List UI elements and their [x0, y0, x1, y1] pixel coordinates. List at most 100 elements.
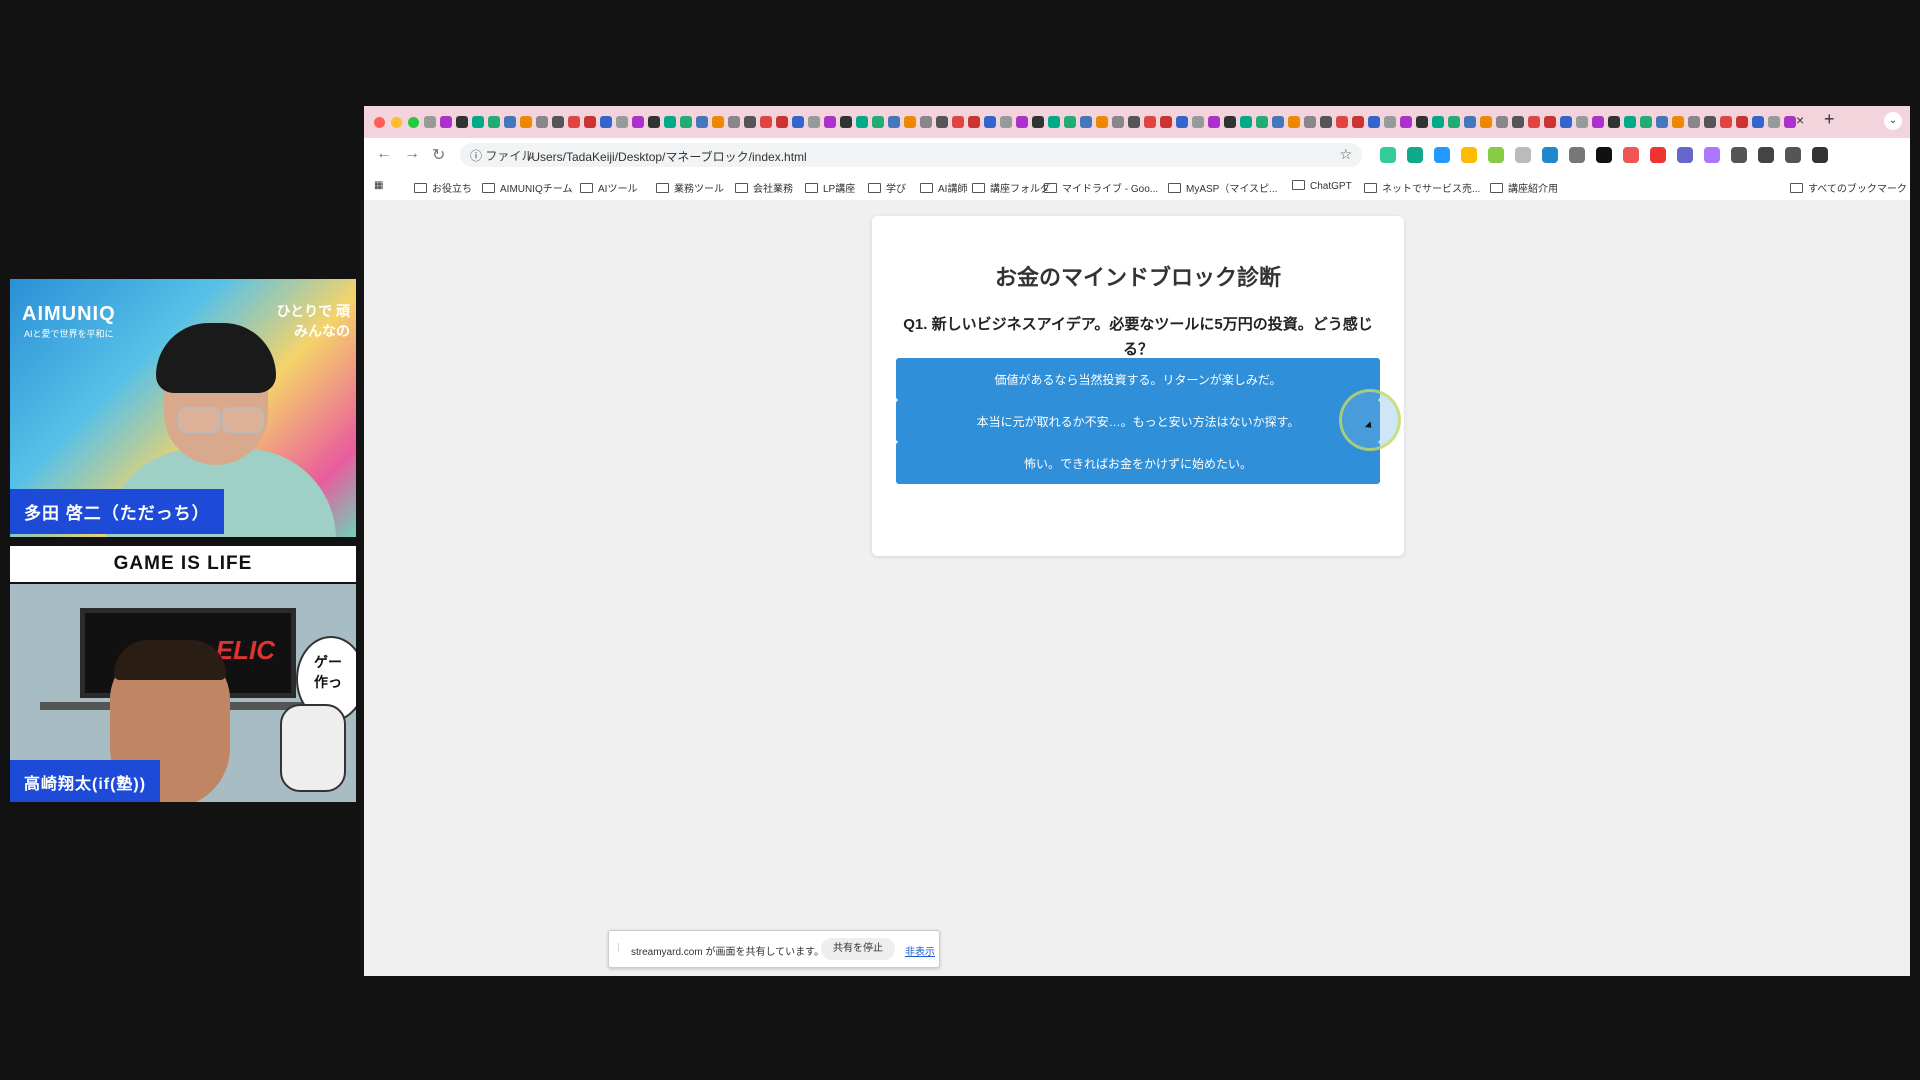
tab-favicon-icon[interactable]: [760, 116, 772, 128]
extension-icon[interactable]: [1569, 147, 1585, 163]
tab-favicon-icon[interactable]: [1624, 116, 1636, 128]
drag-handle-icon[interactable]: ⁞: [617, 943, 620, 954]
tab-favicon-icon[interactable]: [712, 116, 724, 128]
tab-favicon-icon[interactable]: [1512, 116, 1524, 128]
tab-favicon-icon[interactable]: [584, 116, 596, 128]
extension-icon[interactable]: [1461, 147, 1477, 163]
tab-favicon-icon[interactable]: [904, 116, 916, 128]
stop-sharing-button[interactable]: 共有を停止: [821, 938, 895, 960]
new-tab-button[interactable]: +: [1824, 109, 1835, 130]
tab-favicon-icon[interactable]: [1752, 116, 1764, 128]
tab-favicon-icon[interactable]: [1464, 116, 1476, 128]
reload-icon[interactable]: ↻: [432, 145, 445, 165]
tab-favicon-icon[interactable]: [1096, 116, 1108, 128]
bookmark-item[interactable]: 講座紹介用: [1490, 180, 1558, 195]
extension-icon[interactable]: [1488, 147, 1504, 163]
tab-favicon-icon[interactable]: [1784, 116, 1796, 128]
tab-favicon-icon[interactable]: [1416, 116, 1428, 128]
tab-favicon-icon[interactable]: [840, 116, 852, 128]
tab-favicon-icon[interactable]: [616, 116, 628, 128]
tab-favicon-icon[interactable]: [824, 116, 836, 128]
tab-favicon-icon[interactable]: [1208, 116, 1220, 128]
tab-favicon-icon[interactable]: [648, 116, 660, 128]
tab-favicon-icon[interactable]: [936, 116, 948, 128]
tab-favicon-icon[interactable]: [1608, 116, 1620, 128]
tab-favicon-icon[interactable]: [1272, 116, 1284, 128]
tab-favicon-icon[interactable]: [1480, 116, 1492, 128]
tab-favicon-icon[interactable]: [1560, 116, 1572, 128]
answer-option-2[interactable]: 本当に元が取れるか不安…。もっと安い方法はないか探す。: [896, 400, 1380, 442]
tab-favicon-icon[interactable]: [664, 116, 676, 128]
tab-favicon-icon[interactable]: [568, 116, 580, 128]
close-tab-icon[interactable]: ×: [1796, 112, 1804, 128]
tab-favicon-icon[interactable]: [744, 116, 756, 128]
tab-favicon-icon[interactable]: [1080, 116, 1092, 128]
tab-favicon-icon[interactable]: [1288, 116, 1300, 128]
bookmark-item[interactable]: ChatGPT: [1292, 180, 1352, 192]
tab-favicon-icon[interactable]: [1384, 116, 1396, 128]
tab-favicon-icon[interactable]: [552, 116, 564, 128]
tab-favicon-icon[interactable]: [1640, 116, 1652, 128]
tab-favicon-icon[interactable]: [1496, 116, 1508, 128]
tab-favicon-icon[interactable]: [1176, 116, 1188, 128]
tab-favicon-icon[interactable]: [888, 116, 900, 128]
bookmark-item[interactable]: お役立ち: [414, 180, 472, 195]
tab-favicon-icon[interactable]: [1160, 116, 1172, 128]
apps-grid-icon[interactable]: ▦: [374, 180, 383, 191]
tab-favicon-icon[interactable]: [776, 116, 788, 128]
forward-arrow-icon[interactable]: →: [404, 145, 420, 163]
tab-favicon-icon[interactable]: [472, 116, 484, 128]
tab-favicon-icon[interactable]: [424, 116, 436, 128]
address-bar[interactable]: ⓘ ファイル /Users/TadaKeiji/Desktop/マネーブロック/…: [460, 143, 1362, 167]
tab-favicon-icon[interactable]: [968, 116, 980, 128]
extension-icon[interactable]: [1677, 147, 1693, 163]
extension-icon[interactable]: [1542, 147, 1558, 163]
tab-favicon-icon[interactable]: [1688, 116, 1700, 128]
extension-icon[interactable]: [1596, 147, 1612, 163]
site-info-chip[interactable]: ⓘ ファイル: [470, 147, 533, 164]
bookmark-item[interactable]: マイドライブ - Goo...: [1044, 180, 1158, 195]
extension-icon[interactable]: [1731, 147, 1747, 163]
tab-favicon-icon[interactable]: [1032, 116, 1044, 128]
tab-favicon-icon[interactable]: [808, 116, 820, 128]
extension-icon[interactable]: [1758, 147, 1774, 163]
back-arrow-icon[interactable]: ←: [376, 145, 392, 163]
minimize-window-icon[interactable]: [391, 117, 402, 128]
tab-favicon-icon[interactable]: [1704, 116, 1716, 128]
tab-favicon-icon[interactable]: [1320, 116, 1332, 128]
tab-favicon-icon[interactable]: [1064, 116, 1076, 128]
bookmark-item[interactable]: 学び: [868, 180, 906, 195]
tab-favicon-icon[interactable]: [792, 116, 804, 128]
tab-favicon-icon[interactable]: [728, 116, 740, 128]
extension-icon[interactable]: [1812, 147, 1828, 163]
tab-favicon-icon[interactable]: [1448, 116, 1460, 128]
maximize-window-icon[interactable]: [408, 117, 419, 128]
bookmark-item[interactable]: AIMUNIQチーム: [482, 180, 572, 195]
tab-favicon-icon[interactable]: [1432, 116, 1444, 128]
extension-icon[interactable]: [1650, 147, 1666, 163]
tab-favicon-icon[interactable]: [1112, 116, 1124, 128]
bookmark-item[interactable]: 講座フォルダ: [972, 180, 1050, 195]
tab-favicon-icon[interactable]: [456, 116, 468, 128]
tab-favicon-icon[interactable]: [632, 116, 644, 128]
tab-favicon-icon[interactable]: [536, 116, 548, 128]
tab-favicon-icon[interactable]: [1016, 116, 1028, 128]
tab-favicon-icon[interactable]: [1352, 116, 1364, 128]
tab-favicon-icon[interactable]: [1000, 116, 1012, 128]
tab-favicon-icon[interactable]: [1224, 116, 1236, 128]
extension-icon[interactable]: [1434, 147, 1450, 163]
tab-favicon-icon[interactable]: [680, 116, 692, 128]
extension-icon[interactable]: [1704, 147, 1720, 163]
tab-favicon-icon[interactable]: [1192, 116, 1204, 128]
bookmark-item[interactable]: MyASP（マイスピ...: [1168, 180, 1277, 195]
tab-favicon-icon[interactable]: [1592, 116, 1604, 128]
tab-favicon-icon[interactable]: [984, 116, 996, 128]
tab-favicon-icon[interactable]: [1144, 116, 1156, 128]
tab-favicon-icon[interactable]: [1304, 116, 1316, 128]
url-text[interactable]: /Users/TadaKeiji/Desktop/マネーブロック/index.h…: [528, 148, 807, 165]
tab-favicon-icon[interactable]: [440, 116, 452, 128]
tab-favicon-icon[interactable]: [872, 116, 884, 128]
bookmark-item[interactable]: AIツール: [580, 180, 637, 195]
tab-favicon-icon[interactable]: [1528, 116, 1540, 128]
tab-favicon-icon[interactable]: [952, 116, 964, 128]
